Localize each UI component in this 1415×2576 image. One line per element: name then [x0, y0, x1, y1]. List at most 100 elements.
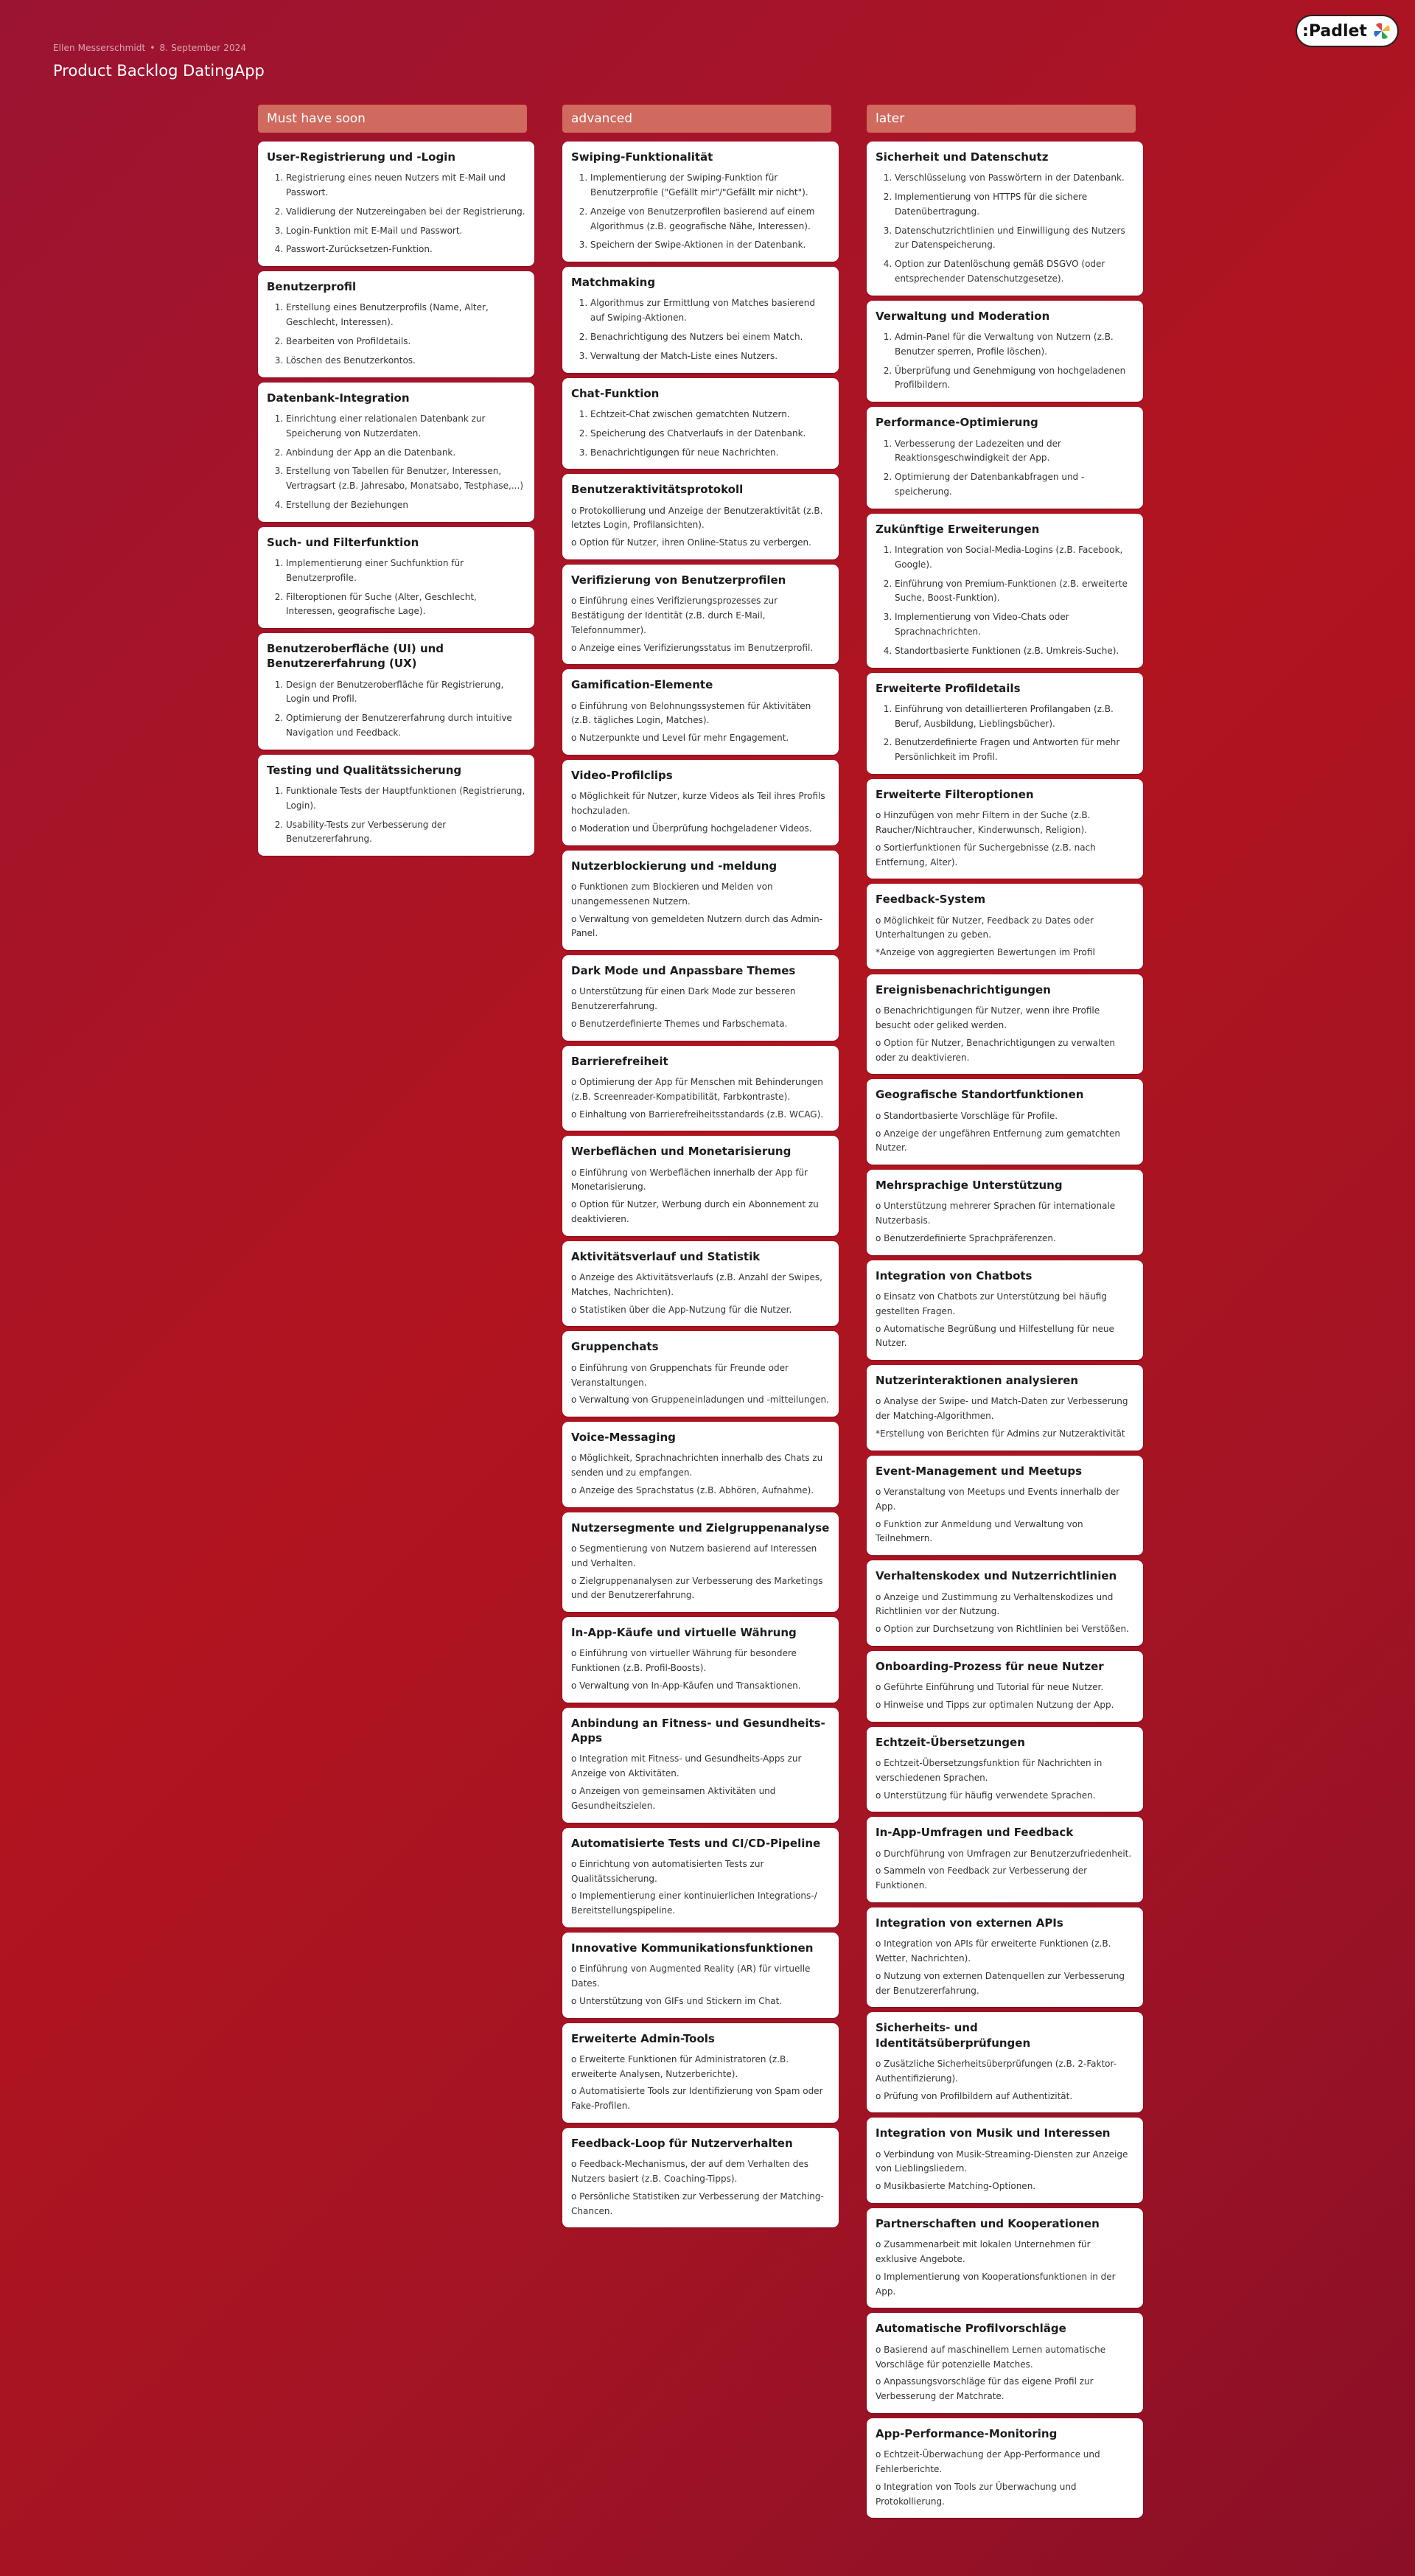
post-card[interactable]: Partnerschaften und Kooperationen o Zusam…: [867, 2208, 1143, 2308]
post-title: Innovative Kommunikationsfunktionen: [571, 1941, 814, 1955]
padlet-logo[interactable]: :Padlet: [1296, 15, 1399, 47]
post-body: o Erweiterte Funktionen für Administrato…: [571, 2053, 830, 2114]
body-line: o Anzeige der ungefähren Entfernung zum …: [876, 1128, 1120, 1153]
post-card[interactable]: Chat-Funktion Echtzeit-Chat zwischen gema…: [562, 377, 839, 470]
post-body: o Verbindung von Musik-Streaming-Dienste…: [876, 2148, 1134, 2194]
body-line: o Standortbasierte Vorschläge für Profil…: [876, 1110, 1058, 1121]
post-card[interactable]: Matchmaking Algorithmus zur Ermittlung vo…: [562, 267, 839, 373]
post-card[interactable]: Onboarding-Prozess für neue Nutzer o Gefü…: [867, 1650, 1143, 1722]
post-card[interactable]: Ereignisbenachrichtigungen o Benachrichti…: [867, 974, 1143, 1075]
list-item: Passwort-Zurücksetzen-Funktion.: [286, 242, 525, 257]
post-card[interactable]: Sicherheit und Datenschutz Verschlüsselun…: [867, 142, 1143, 296]
post-card[interactable]: Verhaltenskodex und Nutzerrichtlinien o A…: [867, 1560, 1143, 1646]
body-line: o Statistiken über die App-Nutzung für d…: [571, 1304, 792, 1315]
page-title[interactable]: Product Backlog DatingApp: [53, 62, 265, 80]
body-line: o Funktionen zum Blockieren und Melden v…: [571, 881, 773, 907]
post-card[interactable]: Video-Profilclips o Möglichkeit für Nutze…: [562, 760, 839, 845]
post-card[interactable]: Erweiterte Profildetails Einführung von d…: [867, 672, 1143, 774]
post-body: o Hinzufügen von mehr Filtern in der Suc…: [876, 809, 1134, 870]
post-body: o Durchführung von Umfragen zur Benutzer…: [876, 1847, 1134, 1893]
post-card[interactable]: Datenbank-Integration Einrichtung einer r…: [258, 382, 534, 522]
body-line: o Zielgruppenanalysen zur Verbesserung d…: [571, 1575, 823, 1601]
post-title: In-App-Umfragen und Feedback: [876, 1826, 1074, 1840]
body-line: o Feedback-Mechanismus, der auf dem Verh…: [571, 2159, 808, 2185]
column-header[interactable]: later: [867, 105, 1136, 133]
list-item: Funktionale Tests der Hauptfunktionen (R…: [286, 784, 525, 814]
post-card[interactable]: App-Performance-Monitoring o Echtzeit-Übe…: [867, 2418, 1143, 2519]
post-card[interactable]: Dark Mode und Anpassbare Themes o Unterst…: [562, 955, 839, 1041]
post-title: Erweiterte Admin-Tools: [571, 2031, 715, 2045]
body-line: o Einhaltung von Barrierefreiheitsstanda…: [571, 1109, 824, 1120]
post-card[interactable]: Such- und Filterfunktion Implementierung …: [258, 526, 534, 629]
post-card[interactable]: Integration von Chatbots o Einsatz von Ch…: [867, 1260, 1143, 1361]
post-card[interactable]: Echtzeit-Übersetzungen o Echtzeit-Überset…: [867, 1726, 1143, 1812]
post-card[interactable]: In-App-Käufe und virtuelle Währung o Einf…: [562, 1617, 839, 1703]
post-card[interactable]: Verifizierung von Benutzerprofilen o Einf…: [562, 564, 839, 665]
column-header[interactable]: advanced: [562, 105, 831, 133]
post-card[interactable]: Zukünftige Erweiterungen Integration von …: [867, 513, 1143, 668]
post-body: o Standortbasierte Vorschläge für Profil…: [876, 1109, 1134, 1156]
body-line: o Anzeige des Aktivitätsverlaufs (z.B. A…: [571, 1272, 822, 1297]
post-numbered-list: Algorithmus zur Ermittlung von Matches b…: [571, 296, 830, 363]
column-header[interactable]: Must have soon: [258, 105, 527, 133]
post-title: Integration von Musik und Interessen: [876, 2126, 1111, 2140]
post-title: Dark Mode und Anpassbare Themes: [571, 964, 796, 978]
post-card[interactable]: Gamification-Elemente o Einführung von Be…: [562, 669, 839, 755]
post-card[interactable]: Integration von Musik und Interessen o Ve…: [867, 2118, 1143, 2204]
post-card[interactable]: Feedback-Loop für Nutzerverhalten o Feedb…: [562, 2128, 839, 2228]
post-card[interactable]: Geografische Standortfunktionen o Standor…: [867, 1079, 1143, 1165]
post-card[interactable]: Integration von externen APIs o Integrati…: [867, 1907, 1143, 2008]
post-card[interactable]: Innovative Kommunikationsfunktionen o Ein…: [562, 1932, 839, 2018]
post-card[interactable]: Nutzerinteraktionen analysieren o Analyse…: [867, 1365, 1143, 1451]
post-card[interactable]: Benutzeroberfläche (UI) und Benutzererfa…: [258, 633, 534, 750]
post-numbered-list: Implementierung der Swiping-Funktion für…: [571, 171, 830, 253]
post-body: o Segmentierung von Nutzern basierend au…: [571, 1542, 830, 1603]
post-card[interactable]: Werbeflächen und Monetarisierung o Einfüh…: [562, 1136, 839, 1236]
list-item: Anzeige von Benutzerprofilen basierend a…: [590, 205, 830, 234]
post-card[interactable]: Mehrsprachige Unterstützung o Unterstützu…: [867, 1170, 1143, 1255]
post-body: o Echtzeit-Überwachung der App-Performan…: [876, 2448, 1134, 2509]
post-card[interactable]: Benutzeraktivitätsprotokoll o Protokollie…: [562, 474, 839, 559]
post-card[interactable]: Benutzerprofil Erstellung eines Benutzerp…: [258, 271, 534, 377]
post-card[interactable]: User-Registrierung und -Login Registrieru…: [258, 142, 534, 267]
post-card[interactable]: Sicherheits- und Identitätsüberprüfungen…: [867, 2012, 1143, 2113]
post-card[interactable]: Gruppenchats o Einführung von Gruppenchat…: [562, 1331, 839, 1417]
post-card[interactable]: Erweiterte Admin-Tools o Erweiterte Funkt…: [562, 2022, 839, 2123]
post-card[interactable]: Feedback-System o Möglichkeit für Nutzer,…: [867, 884, 1143, 970]
list-item: Implementierung der Swiping-Funktion für…: [590, 171, 830, 200]
post-card[interactable]: Testing und Qualitätssicherung Funktional…: [258, 754, 534, 856]
post-card[interactable]: In-App-Umfragen und Feedback o Durchführu…: [867, 1817, 1143, 1903]
post-card[interactable]: Automatisierte Tests und CI/CD-Pipeline o…: [562, 1827, 839, 1927]
post-card[interactable]: Automatische Profilvorschläge o Basierend…: [867, 2313, 1143, 2413]
post-numbered-list: Integration von Social-Media-Logins (z.B…: [876, 543, 1134, 659]
post-card[interactable]: Nutzerblockierung und -meldung o Funktion…: [562, 850, 839, 951]
body-line: o Verbindung von Musik-Streaming-Dienste…: [876, 2149, 1128, 2174]
post-card[interactable]: Aktivitätsverlauf und Statistik o Anzeige…: [562, 1240, 839, 1327]
body-line: o Möglichkeit für Nutzer, kurze Videos a…: [571, 791, 825, 817]
post-title: Partnerschaften und Kooperationen: [876, 2217, 1100, 2231]
post-body: o Einführung von Belohnungssystemen für …: [571, 699, 830, 746]
post-title: Feedback-Loop für Nutzerverhalten: [571, 2137, 793, 2151]
body-line: o Protokollierung und Anzeige der Benutz…: [571, 505, 823, 531]
author-name[interactable]: Ellen Messerschmidt: [53, 43, 145, 53]
body-line: o Echtzeit-Übersetzungsfunktion für Nach…: [876, 1758, 1103, 1783]
post-body: o Protokollierung und Anzeige der Benutz…: [571, 504, 830, 551]
body-line: o Benachrichtigungen für Nutzer, wenn ih…: [876, 1005, 1100, 1031]
post-title: Nutzerblockierung und -meldung: [571, 859, 778, 873]
post-card[interactable]: Erweiterte Filteroptionen o Hinzufügen vo…: [867, 778, 1143, 879]
post-body: o Möglichkeit für Nutzer, kurze Videos a…: [571, 789, 830, 836]
post-card[interactable]: Performance-Optimierung Verbesserung der …: [867, 407, 1143, 509]
post-card[interactable]: Nutzersegmente und Zielgruppenanalyse o S…: [562, 1512, 839, 1613]
post-card[interactable]: Barrierefreiheit o Optimierung der App fü…: [562, 1045, 839, 1131]
post-card[interactable]: Event-Management und Meetups o Veranstalt…: [867, 1455, 1143, 1556]
post-card[interactable]: Voice-Messaging o Möglichkeit, Sprachnach…: [562, 1422, 839, 1507]
post-body: o Geführte Einführung und Tutorial für n…: [876, 1680, 1134, 1713]
list-item: Echtzeit-Chat zwischen gematchten Nutzer…: [590, 408, 830, 422]
body-line: o Einführung von Augmented Reality (AR) …: [571, 1964, 811, 1989]
post-card[interactable]: Anbindung an Fitness- und Gesundheits-Ap…: [562, 1707, 839, 1823]
post-card[interactable]: Verwaltung und Moderation Admin-Panel für…: [867, 300, 1143, 402]
body-line: o Unterstützung für einen Dark Mode zur …: [571, 986, 796, 1012]
post-body: o Basierend auf maschinellem Lernen auto…: [876, 2343, 1134, 2404]
post-card[interactable]: Swiping-Funktionalität Implementierung de…: [562, 142, 839, 262]
body-line: o Benutzerdefinierte Themes und Farbsche…: [571, 1018, 788, 1029]
